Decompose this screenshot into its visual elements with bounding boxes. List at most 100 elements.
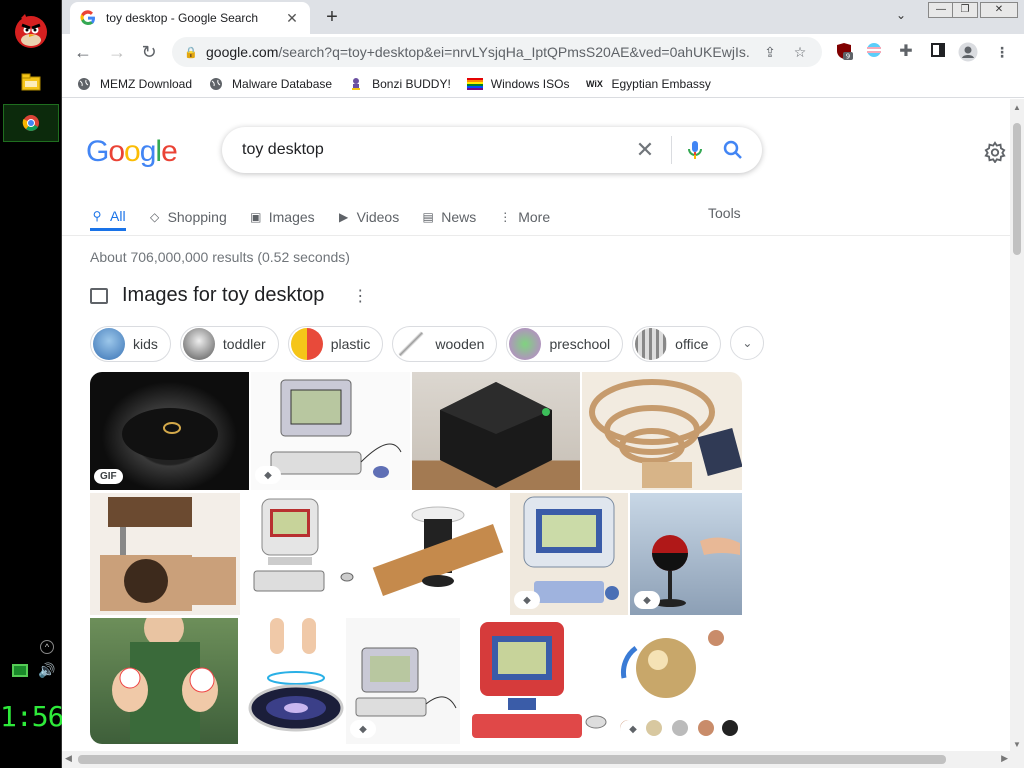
- image-result[interactable]: [582, 372, 742, 490]
- chips-expand-chevron-icon[interactable]: ⌄: [730, 326, 765, 360]
- tab-label: More: [518, 209, 551, 225]
- scroll-down-arrow-icon[interactable]: ▼: [1013, 740, 1021, 749]
- tab-search-chevron-icon[interactable]: ⌄: [896, 8, 906, 22]
- chip-kids[interactable]: kids: [90, 326, 171, 362]
- image-result[interactable]: [90, 618, 238, 744]
- desktop-pc-toy-thumbnail: [253, 498, 354, 592]
- image-result[interactable]: ◆: [346, 618, 460, 744]
- chip-plastic[interactable]: plastic: [287, 326, 384, 362]
- share-icon[interactable]: ⇪: [760, 44, 780, 61]
- bookmark-malware-database[interactable]: Malware Database: [208, 77, 332, 91]
- tab-all[interactable]: ⚲ All: [90, 203, 126, 231]
- tab-news[interactable]: ▤ News: [421, 203, 477, 231]
- horizontal-scroll-thumb[interactable]: [78, 755, 946, 764]
- url-host: google.com: [206, 44, 279, 60]
- scroll-up-arrow-icon[interactable]: ▲: [1013, 103, 1021, 112]
- image-result[interactable]: [240, 618, 358, 744]
- bookmark-bonzi-buddy[interactable]: Bonzi BUDDY!: [348, 77, 451, 91]
- search-icon[interactable]: [722, 139, 744, 161]
- logo-letter: o: [108, 135, 125, 168]
- image-result[interactable]: ◆: [251, 372, 410, 490]
- mini-drone-thumbnail: [112, 618, 218, 742]
- vertical-scroll-thumb[interactable]: [1013, 123, 1021, 255]
- bookmark-label: MEMZ Download: [100, 76, 193, 91]
- gif-badge: GIF: [94, 469, 123, 484]
- chip-preschool[interactable]: preschool: [506, 326, 624, 362]
- product-tag-icon: ◆: [514, 591, 540, 609]
- trans-flag-extension-icon[interactable]: [864, 42, 884, 62]
- browser-menu-kebab-icon[interactable]: ⋮: [992, 42, 1012, 62]
- extension-badge-count: 9: [846, 53, 850, 61]
- tray-expand-icon[interactable]: ^: [40, 640, 54, 654]
- image-result[interactable]: ◆: [510, 493, 628, 615]
- restore-button[interactable]: ❐: [952, 2, 978, 18]
- scroll-right-arrow-icon[interactable]: ▶: [1001, 753, 1008, 764]
- product-tag-icon: ◆: [255, 466, 281, 484]
- image-result[interactable]: [242, 493, 366, 615]
- tab-label: Shopping: [167, 209, 227, 225]
- search-box[interactable]: toy desktop ✕: [222, 127, 762, 173]
- bookmark-label: Bonzi BUDDY!: [372, 76, 451, 91]
- image-result[interactable]: GIF: [90, 372, 249, 490]
- lock-icon[interactable]: 🔒: [184, 46, 198, 59]
- search-input[interactable]: toy desktop: [242, 141, 631, 159]
- clear-search-icon[interactable]: ✕: [631, 137, 659, 163]
- bookmark-memz[interactable]: MEMZ Download: [76, 77, 192, 91]
- google-logo[interactable]: Google: [86, 135, 178, 169]
- nav-divider: [62, 235, 1010, 236]
- close-window-button[interactable]: ✕: [980, 2, 1018, 18]
- taskbar-clock[interactable]: 1:56: [0, 700, 64, 733]
- folder-app-icon[interactable]: [8, 64, 54, 100]
- reload-icon[interactable]: ↻: [138, 42, 160, 62]
- bookmark-star-icon[interactable]: ☆: [790, 44, 810, 61]
- new-tab-button[interactable]: +: [320, 6, 344, 29]
- chip-wooden[interactable]: wooden: [392, 326, 498, 362]
- scroll-left-arrow-icon[interactable]: ◀: [65, 753, 72, 764]
- bookmark-label: Malware Database: [232, 76, 333, 91]
- tab-images[interactable]: ▣ Images: [249, 203, 315, 231]
- ublock-extension-icon[interactable]: 9: [834, 42, 854, 62]
- angry-bird-app-icon[interactable]: [8, 4, 54, 56]
- back-arrow-icon[interactable]: ←: [72, 42, 94, 62]
- tag-icon: ◇: [149, 210, 160, 224]
- play-icon: ▶: [339, 210, 349, 224]
- microphone-icon[interactable]: [684, 139, 706, 161]
- forward-arrow-icon[interactable]: →: [106, 42, 128, 62]
- chip-office[interactable]: office: [632, 326, 722, 362]
- tab-close-icon[interactable]: ✕: [284, 10, 300, 27]
- image-result[interactable]: [90, 493, 240, 615]
- side-panel-icon[interactable]: [928, 42, 948, 62]
- images-menu-kebab-icon[interactable]: ⋮: [352, 286, 368, 306]
- tab-videos[interactable]: ▶ Videos: [337, 203, 399, 231]
- more-icon: ⋮: [499, 210, 512, 224]
- tools-button[interactable]: Tools: [708, 205, 741, 221]
- chrome-app-icon[interactable]: [3, 104, 59, 142]
- vertical-scrollbar[interactable]: ▲ ▼: [1010, 99, 1024, 751]
- volume-icon[interactable]: 🔊: [38, 662, 55, 679]
- image-result[interactable]: [412, 372, 580, 490]
- images-heading[interactable]: Images for toy desktop: [122, 284, 324, 307]
- settings-gear-icon[interactable]: [984, 141, 1006, 163]
- image-result[interactable]: ◆: [616, 618, 742, 744]
- monitor-icon[interactable]: [12, 664, 28, 677]
- image-icon: ▣: [250, 210, 262, 224]
- extensions-puzzle-icon[interactable]: ✚: [896, 42, 916, 62]
- marble-run-thumbnail: [589, 379, 742, 488]
- address-bar[interactable]: 🔒 google.com/search?q=toy+desktop&ei=nrv…: [172, 37, 822, 67]
- bookmark-egyptian-embassy[interactable]: WiX Egyptian Embassy: [585, 76, 711, 91]
- chip-label: preschool: [549, 336, 611, 352]
- image-result[interactable]: [368, 493, 508, 615]
- tab-title: toy desktop - Google Search: [106, 11, 259, 25]
- image-result[interactable]: [462, 618, 612, 744]
- image-result[interactable]: ◆: [630, 493, 742, 615]
- bookmark-label: Egyptian Embassy: [611, 76, 711, 91]
- bookmark-windows-isos[interactable]: Windows ISOs: [466, 77, 569, 91]
- chip-toddler[interactable]: toddler: [179, 326, 279, 362]
- search-results-page: Google toy desktop ✕ ⚲ All ◇ Shopping ▣ …: [62, 99, 1010, 751]
- minimize-button[interactable]: —: [928, 2, 954, 18]
- profile-avatar-icon[interactable]: [958, 42, 978, 62]
- tab-more[interactable]: ⋮ More: [498, 203, 550, 231]
- browser-tab[interactable]: toy desktop - Google Search ✕: [70, 2, 310, 34]
- horizontal-scrollbar[interactable]: ◀ ▶: [62, 751, 1024, 768]
- tab-shopping[interactable]: ◇ Shopping: [148, 203, 227, 231]
